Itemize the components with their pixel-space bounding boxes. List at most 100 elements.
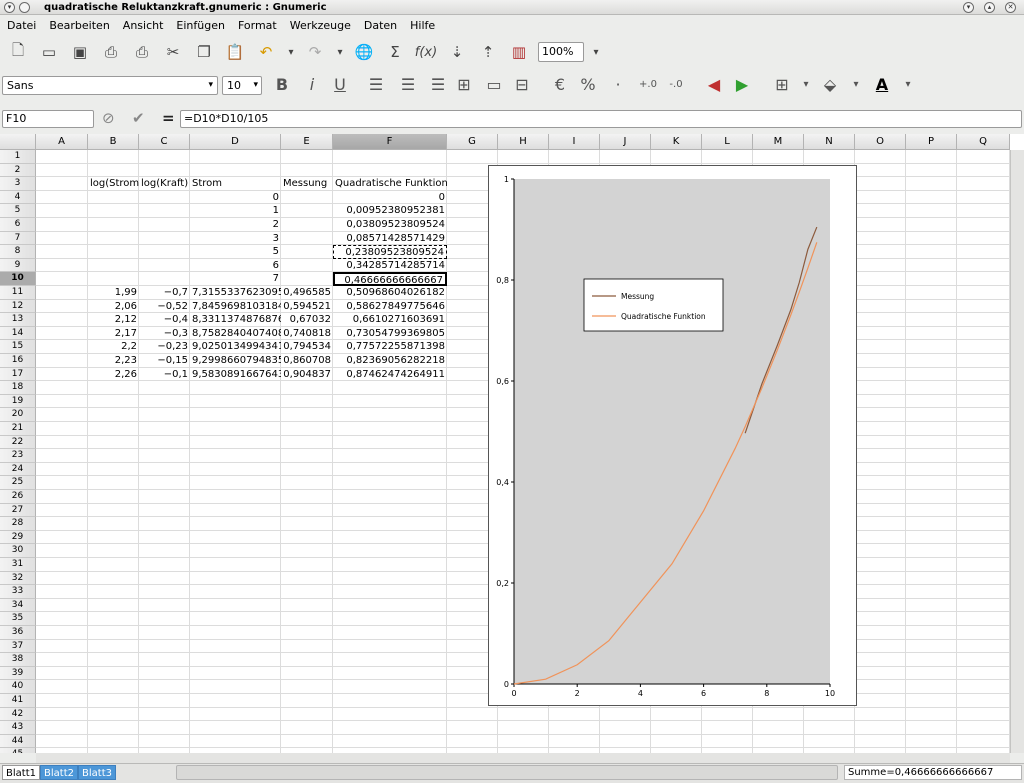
cell-reference-field[interactable]: F10 [2,110,94,128]
row-header[interactable]: 34 [0,598,36,613]
decrease-decimals-icon[interactable]: -.0 [664,74,688,96]
row-header[interactable]: 17 [0,367,36,382]
font-size-dropdown-icon[interactable]: ▾ [253,77,258,94]
row-header[interactable]: 26 [0,490,36,504]
cell-f12[interactable]: 0,58627849775646 [333,300,447,314]
cut-icon[interactable]: ✂ [161,40,185,64]
menu-1[interactable]: Datei [0,19,42,32]
cancel-entry-icon[interactable]: ⊘ [102,109,115,127]
row-header[interactable]: 1 [0,150,36,164]
row-header[interactable]: 19 [0,394,36,409]
cell-f10[interactable]: 0,46666666666667 [333,272,447,286]
cell-b12[interactable]: 2,06 [88,300,139,314]
cell-f14[interactable]: 0,73054799369805 [333,327,447,341]
cell-c17[interactable]: −0,1 [139,368,190,382]
font-color-dropdown-icon[interactable]: ▾ [896,74,920,96]
row-header[interactable]: 31 [0,558,36,572]
row-header[interactable]: 28 [0,517,36,531]
thousands-separator-icon[interactable]: · [606,74,630,96]
column-header-b[interactable]: B [88,134,139,150]
cell-f11[interactable]: 0,50968604026182 [333,286,447,300]
row-header[interactable]: 32 [0,571,36,586]
align-left-icon[interactable]: ☰ [364,74,388,96]
column-header-a[interactable]: A [36,134,88,150]
column-header-d[interactable]: D [190,134,281,150]
sheet-tab-1[interactable]: Blatt1 [2,765,40,780]
cell-d7[interactable]: 3 [190,232,281,246]
column-header-f[interactable]: F [333,134,447,150]
menu-7[interactable]: Daten [357,19,403,32]
cell-e13[interactable]: 0,67032 [281,313,333,327]
formula-input[interactable]: =D10*D10/105 [180,110,1022,128]
column-header-e[interactable]: E [281,134,333,150]
cell-e12[interactable]: 0,594521 [281,300,333,314]
chart[interactable]: 0 0,2 0,4 0,6 0,8 1 0 2 4 6 8 10 Messung Quadratische… [488,165,857,706]
row-header[interactable]: 7 [0,231,36,246]
minimize-icon[interactable]: ▾ [963,1,974,13]
window-menu-icon[interactable]: ▾ [4,1,15,13]
cell-d8[interactable]: 5 [190,245,281,259]
row-header[interactable]: 13 [0,313,36,327]
column-header-o[interactable]: O [855,134,906,150]
redo-dropdown-icon[interactable]: ▾ [334,40,346,64]
menu-4[interactable]: Einfügen [169,19,231,32]
row-header[interactable]: 24 [0,462,36,477]
print-icon[interactable]: ⎙ [99,40,123,64]
cell-b16[interactable]: 2,23 [88,354,139,368]
cell-c13[interactable]: −0,4 [139,313,190,327]
cell-d4[interactable]: 0 [190,191,281,205]
column-header-k[interactable]: K [651,134,702,150]
undo-icon[interactable]: ↶ [254,40,278,64]
row-header[interactable]: 42 [0,707,36,722]
cell-f8[interactable]: 0,23809523809524 [333,245,447,259]
cell-f16[interactable]: 0,82369056282218 [333,354,447,368]
cell-f7[interactable]: 0,08571428571429 [333,232,447,246]
row-header[interactable]: 5 [0,204,36,218]
row-header[interactable]: 38 [0,653,36,667]
row-header[interactable]: 41 [0,694,36,708]
row-header[interactable]: 15 [0,340,36,354]
print-preview-icon[interactable]: ⎙ [130,40,154,64]
row-header[interactable]: 16 [0,354,36,368]
cell-f4[interactable]: 0 [333,191,447,205]
menu-2[interactable]: Bearbeiten [42,19,115,32]
edit-formula-button[interactable]: = [162,109,175,127]
cell-d14[interactable]: 8,75828404074083 [190,327,281,341]
row-header[interactable]: 14 [0,326,36,341]
sheet-tab-3[interactable]: Blatt3 [78,765,116,780]
cell-e17[interactable]: 0,904837 [281,368,333,382]
cell-b17[interactable]: 2,26 [88,368,139,382]
cell-b3[interactable]: log(Strom) [88,177,139,191]
hyperlink-icon[interactable]: 🌐 [352,40,376,64]
menu-6[interactable]: Werkzeuge [283,19,357,32]
cell-d11[interactable]: 7,31553376230957 [190,286,281,300]
italic-icon[interactable]: i [300,74,324,96]
background-color-icon[interactable]: ⬙ [818,74,842,96]
row-header[interactable]: 4 [0,190,36,205]
cell-c11[interactable]: −0,7 [139,286,190,300]
column-header-i[interactable]: I [549,134,600,150]
font-dropdown-icon[interactable]: ▾ [208,77,213,94]
row-header[interactable]: 40 [0,680,36,694]
percent-icon[interactable]: % [576,74,600,96]
accept-entry-icon[interactable]: ✔ [132,109,145,127]
currency-icon[interactable]: € [548,74,572,96]
align-center-icon[interactable]: ☰ [396,74,420,96]
center-across-icon[interactable]: ▭ [482,74,506,96]
font-color-icon[interactable]: A [870,74,894,96]
sort-ascending-icon[interactable]: ⇣ [445,40,469,64]
menu-8[interactable]: Hilfe [403,19,441,32]
cell-d13[interactable]: 8,33113748768769 [190,313,281,327]
row-header[interactable]: 33 [0,585,36,599]
save-icon[interactable]: ▣ [68,40,92,64]
cell-d6[interactable]: 2 [190,218,281,232]
row-header[interactable]: 18 [0,381,36,395]
cell-c15[interactable]: −0,23 [139,340,190,354]
chart-icon[interactable]: ▥ [507,40,531,64]
cell-e16[interactable]: 0,860708 [281,354,333,368]
open-file-icon[interactable]: ▭ [37,40,61,64]
row-header[interactable]: 11 [0,286,36,300]
cell-d15[interactable]: 9,02501349943412 [190,340,281,354]
zoom-dropdown-icon[interactable]: ▾ [590,40,602,64]
window-sticky-icon[interactable] [19,1,30,13]
